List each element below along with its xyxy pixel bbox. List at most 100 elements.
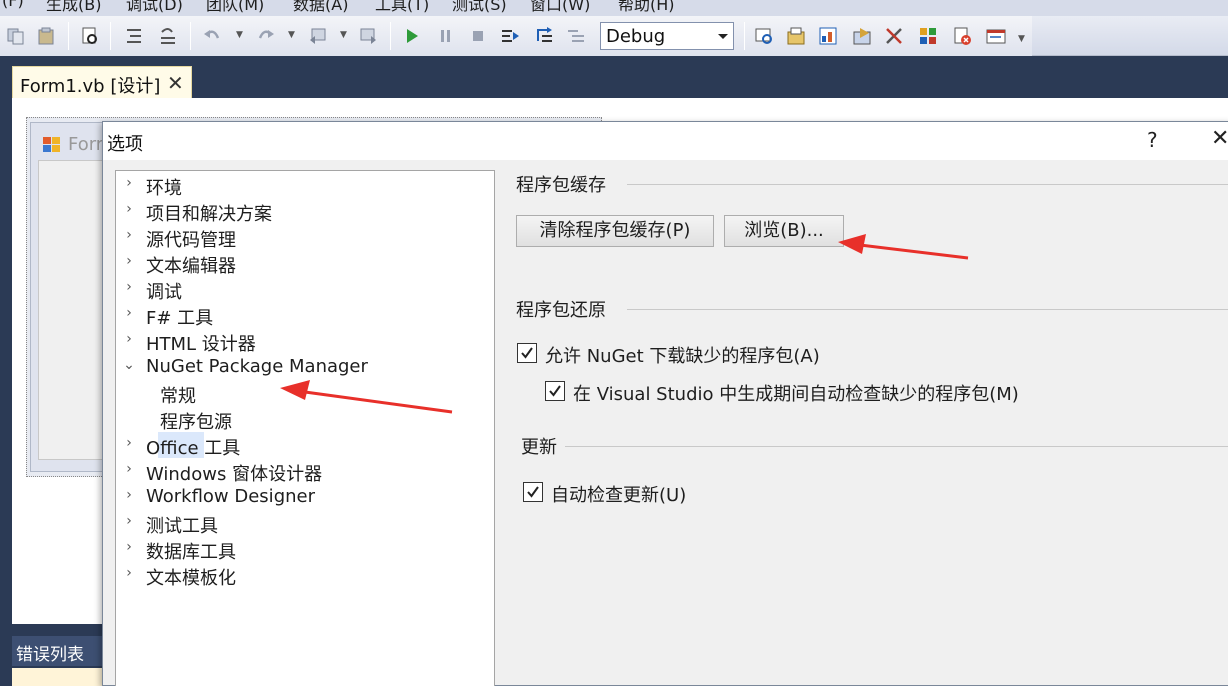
dialog-titlebar: 选项 ? ✕ xyxy=(103,122,1228,160)
chevron-right-icon[interactable]: › xyxy=(122,279,136,295)
help-button[interactable]: ? xyxy=(1147,128,1158,152)
redo-icon[interactable] xyxy=(256,26,276,46)
group-divider xyxy=(565,446,1228,447)
toolbar-overflow-icon[interactable]: ▼ xyxy=(1018,34,1025,44)
tree-item-label: Workflow Designer xyxy=(146,486,315,507)
clear-package-cache-button[interactable]: 清除程序包缓存(P) xyxy=(516,215,714,247)
tree-item-label: 文本编辑器 xyxy=(146,256,236,277)
tree-item-label: HTML 设计器 xyxy=(146,334,256,355)
checkbox-box[interactable] xyxy=(517,343,537,363)
object-browser-icon[interactable] xyxy=(818,26,838,46)
group-divider xyxy=(627,184,1228,185)
tree-item-label: F# 工具 xyxy=(146,308,214,329)
browse-button[interactable]: 浏览(B)... xyxy=(724,215,844,247)
undo-icon[interactable] xyxy=(202,26,222,46)
menu-item-data[interactable]: 数据(A) xyxy=(293,0,348,15)
uncomment-icon[interactable] xyxy=(158,26,178,46)
step-out-icon[interactable] xyxy=(566,26,586,46)
menu-item-file[interactable]: (F) xyxy=(2,0,24,10)
dialog-title: 选项 xyxy=(107,134,143,155)
chevron-right-icon[interactable]: › xyxy=(122,305,136,321)
start-icon[interactable] xyxy=(402,26,422,46)
navigate-back-dropdown-icon[interactable]: ▼ xyxy=(340,30,347,40)
checkbox-box[interactable] xyxy=(545,381,565,401)
chevron-right-icon[interactable]: › xyxy=(122,201,136,217)
navigate-forward-icon[interactable] xyxy=(358,26,378,46)
checkbox-box[interactable] xyxy=(523,482,543,502)
package-cache-group-title: 程序包缓存 xyxy=(516,175,606,196)
chevron-right-icon[interactable]: › xyxy=(122,565,136,581)
chevron-down-icon[interactable]: ⌄ xyxy=(122,357,136,373)
check-icon xyxy=(521,347,533,359)
menu-item-tools[interactable]: 工具(T) xyxy=(375,0,429,15)
tree-item-label: Windows 窗体设计器 xyxy=(146,464,323,485)
tree-item-label: 程序包源 xyxy=(160,412,232,433)
menu-item-team[interactable]: 团队(M) xyxy=(206,0,264,15)
toolbox-icon[interactable] xyxy=(852,26,872,46)
document-tab-label: Form1.vb [设计] xyxy=(20,76,161,97)
copy-icon[interactable] xyxy=(6,26,26,46)
paste-icon[interactable] xyxy=(36,26,56,46)
chevron-right-icon[interactable]: › xyxy=(122,461,136,477)
solution-explorer-icon[interactable] xyxy=(754,26,774,46)
update-group-title: 更新 xyxy=(521,437,557,458)
class-view-icon[interactable] xyxy=(884,26,904,46)
chevron-right-icon[interactable]: › xyxy=(122,539,136,555)
chevron-right-icon[interactable]: › xyxy=(122,513,136,529)
tree-item-label: 调试 xyxy=(146,282,182,303)
tree-item-label: 环境 xyxy=(146,178,182,199)
tree-item-label: 文本模板化 xyxy=(146,568,236,589)
tree-item-label: 项目和解决方案 xyxy=(146,204,272,225)
checkbox-label: 在 Visual Studio 中生成期间自动检查缺少的程序包(M) xyxy=(573,384,1019,405)
chevron-right-icon[interactable]: › xyxy=(122,331,136,347)
pause-icon[interactable] xyxy=(436,26,456,46)
step-over-icon[interactable] xyxy=(534,26,554,46)
tree-item-label: 数据库工具 xyxy=(146,542,236,563)
tree-item-label: NuGet Package Manager xyxy=(146,356,368,377)
tree-item-label: 测试工具 xyxy=(146,516,218,537)
configuration-value: Debug xyxy=(606,26,666,47)
properties-icon[interactable] xyxy=(786,26,806,46)
menu-item-build[interactable]: 生成(B) xyxy=(46,0,101,15)
navigate-back-icon[interactable] xyxy=(308,26,328,46)
toolbar-separator xyxy=(110,22,111,50)
chevron-right-icon[interactable]: › xyxy=(122,227,136,243)
menu-item-window[interactable]: 窗口(W) xyxy=(530,0,590,15)
check-icon xyxy=(527,486,539,498)
undo-dropdown-icon[interactable]: ▼ xyxy=(236,30,243,40)
chevron-right-icon[interactable]: › xyxy=(122,175,136,191)
document-tab-form1[interactable]: Form1.vb [设计] ✕ xyxy=(12,66,192,98)
error-list-tab[interactable]: 错误列表 xyxy=(12,636,104,666)
menu-item-debug[interactable]: 调试(D) xyxy=(126,0,183,15)
chevron-right-icon[interactable]: › xyxy=(122,487,136,503)
error-list-icon[interactable] xyxy=(918,26,938,46)
toolbar-separator xyxy=(390,22,391,50)
error-list-tab-label: 错误列表 xyxy=(16,645,84,665)
group-divider xyxy=(627,309,1228,310)
step-into-icon[interactable] xyxy=(500,26,520,46)
close-dialog-button[interactable]: ✕ xyxy=(1211,126,1228,151)
toolbar-separator xyxy=(744,22,745,50)
solution-configuration-combo[interactable]: Debug xyxy=(600,22,734,50)
stop-icon[interactable] xyxy=(468,26,488,46)
toolbar-separator xyxy=(68,22,69,50)
redo-dropdown-icon[interactable]: ▼ xyxy=(288,30,295,40)
chevron-right-icon[interactable]: › xyxy=(122,435,136,451)
package-restore-group-title: 程序包还原 xyxy=(516,300,606,321)
options-tree: › 环境 › 项目和解决方案 › 源代码管理 › 文本编辑器 › 调试 › F#… xyxy=(115,170,495,686)
comment-icon[interactable] xyxy=(124,26,144,46)
chevron-right-icon[interactable]: › xyxy=(122,253,136,269)
chevron-down-icon xyxy=(718,34,728,39)
command-window-icon[interactable] xyxy=(986,26,1006,46)
tree-item-label: 常规 xyxy=(160,386,196,407)
options-dialog: 选项 ? ✕ › 环境 › 项目和解决方案 › 源代码管理 › 文本编辑器 › … xyxy=(102,121,1228,686)
check-icon xyxy=(549,385,561,397)
output-icon[interactable] xyxy=(952,26,972,46)
menu-item-test[interactable]: 测试(S) xyxy=(452,0,507,15)
menu-item-help[interactable]: 帮助(H) xyxy=(618,0,675,15)
tree-item-label: 源代码管理 xyxy=(146,230,236,251)
find-icon[interactable] xyxy=(80,26,100,46)
close-icon[interactable]: ✕ xyxy=(167,71,184,95)
checkbox-label: 自动检查更新(U) xyxy=(551,485,687,506)
toolbar-separator xyxy=(190,22,191,50)
